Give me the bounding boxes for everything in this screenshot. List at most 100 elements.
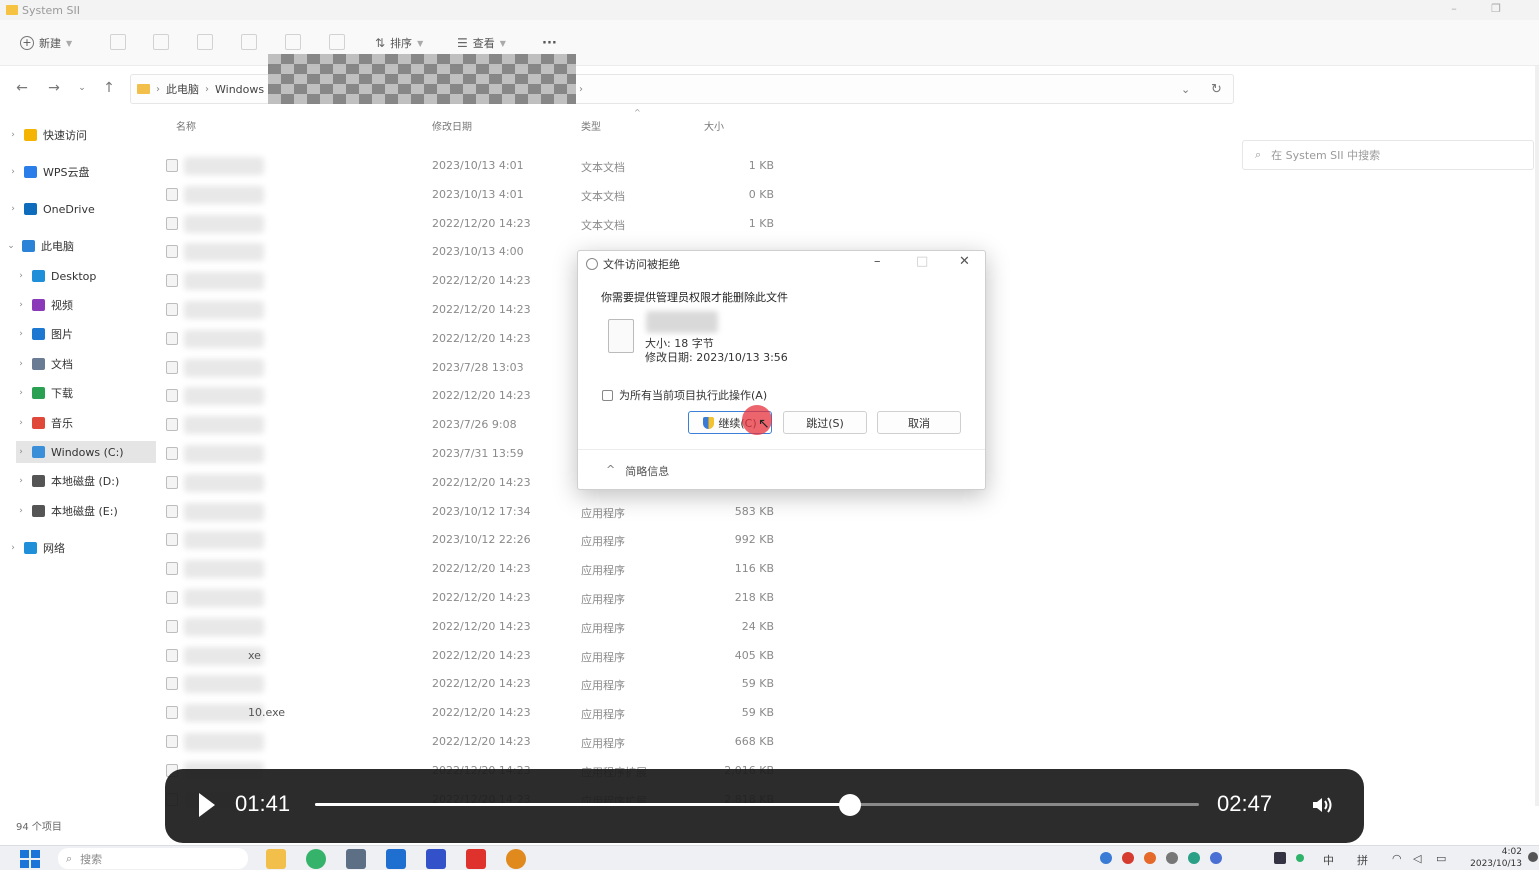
wifi-icon[interactable]: ◠	[1392, 852, 1402, 865]
notification-icon[interactable]	[1528, 852, 1538, 862]
cancel-button[interactable]: 取消	[877, 411, 961, 434]
file-row[interactable]: 2022/12/20 14:23 应用程序 668 KB	[160, 730, 780, 754]
sidebar-item[interactable]: › OneDrive	[8, 198, 148, 220]
chevron-right-icon[interactable]: ›	[16, 300, 26, 310]
tray-status-icon[interactable]	[1296, 854, 1304, 862]
progress-track[interactable]	[315, 794, 1199, 816]
tray-app-icon[interactable]	[1100, 852, 1112, 864]
sidebar-item[interactable]: › 音乐	[16, 412, 156, 434]
sidebar-item[interactable]: › Desktop	[16, 265, 156, 287]
file-row[interactable]: 2022/12/20 14:23 应用程序 24 KB	[160, 615, 780, 639]
sidebar-item[interactable]: › 下载	[16, 382, 156, 404]
refresh-icon[interactable]: ↻	[1211, 82, 1222, 97]
progress-thumb[interactable]	[838, 794, 861, 816]
file-row[interactable]: 2023/10/13 4:01 文本文档 0 KB	[160, 183, 780, 207]
column-header-size[interactable]: 大小	[704, 118, 724, 133]
file-row[interactable]: 2022/12/20 14:23 应用程序 218 KB	[160, 586, 780, 610]
chevron-right-icon[interactable]: ›	[16, 476, 26, 486]
browser-icon[interactable]	[306, 849, 326, 869]
minimize-button[interactable]: –	[1446, 2, 1462, 16]
tray-app-icon[interactable]	[1166, 852, 1178, 864]
ime-mode[interactable]: 中	[1323, 852, 1334, 868]
chevron-right-icon[interactable]: ›	[16, 359, 26, 369]
file-row[interactable]: xe 2022/12/20 14:23 应用程序 405 KB	[160, 644, 780, 668]
sidebar-item[interactable]: › 文档	[16, 353, 156, 375]
tray-app-icon[interactable]	[1122, 852, 1134, 864]
chevron-right-icon[interactable]: ›	[8, 130, 18, 140]
system-clock[interactable]: 4:02 2023/10/13	[1462, 846, 1522, 870]
breadcrumb-windows[interactable]: Windows	[215, 83, 264, 96]
chevron-right-icon[interactable]: ›	[16, 447, 26, 457]
back-arrow-icon[interactable]: ←	[14, 80, 30, 96]
sidebar-item[interactable]: › 本地磁盘 (D:)	[16, 470, 156, 492]
delete-icon[interactable]	[329, 34, 345, 50]
checkbox-box[interactable]	[602, 389, 613, 401]
file-row[interactable]: 2022/12/20 14:23 应用程序 116 KB	[160, 557, 780, 581]
chevron-down-icon[interactable]: ⌄	[6, 241, 16, 251]
file-explorer-icon[interactable]	[266, 849, 286, 869]
rename-icon[interactable]	[241, 34, 257, 50]
file-row[interactable]: 10.exe 2022/12/20 14:23 应用程序 59 KB	[160, 701, 780, 725]
sidebar-item[interactable]: › WPS云盘	[8, 161, 148, 183]
media-app-icon[interactable]	[506, 849, 526, 869]
address-dropdown-icon[interactable]: ⌄	[1181, 83, 1190, 96]
chevron-right-icon[interactable]: ›	[8, 167, 18, 177]
sidebar-item[interactable]: › 快速访问	[8, 124, 148, 146]
battery-icon[interactable]: ▭	[1436, 852, 1446, 865]
up-arrow-icon[interactable]: ↑	[101, 80, 117, 96]
chevron-right-icon[interactable]: ›	[8, 543, 18, 553]
skip-button[interactable]: 跳过(S)	[783, 411, 867, 434]
chevron-right-icon[interactable]: ›	[8, 204, 18, 214]
tray-app-icon[interactable]	[1274, 852, 1286, 864]
app-icon[interactable]	[426, 849, 446, 869]
tray-app-icon[interactable]	[1188, 852, 1200, 864]
column-header-type[interactable]: 类型	[581, 118, 601, 133]
tray-app-icon[interactable]	[1144, 852, 1156, 864]
more-options-button[interactable]: ···	[542, 34, 557, 52]
wps-icon[interactable]	[466, 849, 486, 869]
recent-chevron-icon[interactable]: ⌄	[74, 80, 90, 96]
column-header-date[interactable]: 修改日期	[432, 118, 472, 133]
sidebar-item[interactable]: › 本地磁盘 (E:)	[16, 500, 156, 522]
file-row[interactable]: 2023/10/12 22:26 应用程序 992 KB	[160, 528, 780, 552]
sidebar-item[interactable]: › Windows (C:)	[16, 441, 156, 463]
sidebar-item[interactable]: › 视频	[16, 294, 156, 316]
file-row[interactable]: 2023/10/12 17:34 应用程序 583 KB	[160, 500, 780, 524]
play-icon[interactable]	[199, 793, 215, 817]
cut-icon[interactable]	[110, 34, 126, 50]
view-button[interactable]: ☰ 查看 ▼	[457, 34, 506, 52]
dialog-minimize-button[interactable]: –	[874, 254, 881, 269]
windows-start-icon[interactable]	[20, 850, 40, 868]
volume-icon[interactable]	[1310, 793, 1334, 817]
ime-pinyin[interactable]: 拼	[1357, 852, 1368, 868]
file-row[interactable]: 2022/12/20 14:23 应用程序 59 KB	[160, 672, 780, 696]
file-row[interactable]: 2022/12/20 14:23 文本文档 1 KB	[160, 212, 780, 236]
chevron-right-icon[interactable]: ›	[16, 418, 26, 428]
chevron-right-icon[interactable]: ›	[16, 329, 26, 339]
speaker-icon[interactable]: ◁	[1413, 852, 1421, 865]
sidebar-item[interactable]: ⌄ 此电脑	[6, 235, 146, 257]
dialog-close-button[interactable]: ✕	[959, 254, 970, 269]
forward-arrow-icon[interactable]: →	[46, 80, 62, 96]
chevron-right-icon[interactable]: ›	[16, 506, 26, 516]
share-icon[interactable]	[285, 34, 301, 50]
sidebar-item[interactable]: › 网络	[8, 537, 148, 559]
vertical-scrollbar[interactable]	[1535, 66, 1539, 806]
column-header-name[interactable]: 名称	[176, 118, 196, 133]
chevron-right-icon[interactable]: ›	[16, 271, 26, 281]
file-row[interactable]: 2023/10/13 4:01 文本文档 1 KB	[160, 154, 780, 178]
paste-icon[interactable]	[197, 34, 213, 50]
search-input[interactable]: ⌕ 在 System SII 中搜索	[1242, 140, 1534, 170]
new-button[interactable]: + 新建 ▼	[20, 34, 72, 52]
apply-to-all-checkbox[interactable]: 为所有当前项目执行此操作(A)	[602, 387, 767, 403]
calculator-icon[interactable]	[346, 849, 366, 869]
tray-app-icon[interactable]	[1210, 852, 1222, 864]
maximize-button[interactable]: ❐	[1488, 2, 1504, 16]
taskbar-search[interactable]: ⌕ 搜索	[58, 848, 248, 869]
sidebar-item[interactable]: › 图片	[16, 323, 156, 345]
copy-icon[interactable]	[153, 34, 169, 50]
breadcrumb-this-pc[interactable]: 此电脑	[166, 81, 199, 97]
terminal-icon[interactable]	[386, 849, 406, 869]
sort-button[interactable]: ⇅ 排序 ▼	[375, 34, 423, 52]
chevron-right-icon[interactable]: ›	[16, 388, 26, 398]
